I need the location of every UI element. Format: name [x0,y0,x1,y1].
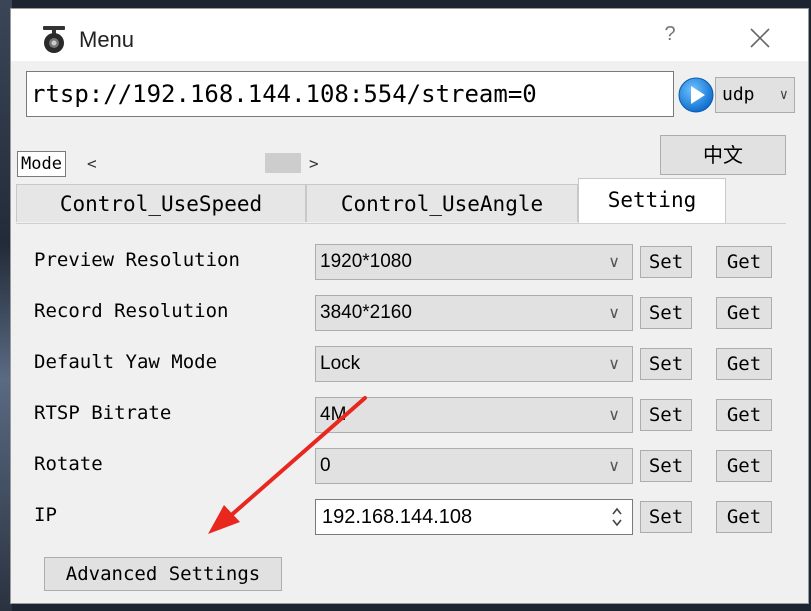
chevron-down-icon: ∨ [608,303,620,322]
menu-window: Menu ? rtsp://192.168.144.108:554/stream… [10,8,809,604]
stream-url-input[interactable]: rtsp://192.168.144.108:554/stream=0 [26,71,674,117]
default-yaw-mode-select[interactable]: Lock ∨ [315,346,633,382]
close-icon[interactable] [741,23,777,53]
chevron-down-icon: ∨ [608,252,620,271]
title-bar: Menu ? [11,9,808,61]
ip-spinbox[interactable]: 192.168.144.108 [315,499,633,535]
scroll-right-arrow[interactable]: > [309,151,319,177]
mode-label: Mode [17,151,66,177]
preview-resolution-value: 1920*1080 [320,251,412,272]
chevron-down-icon: ∨ [779,87,788,103]
ip-label: IP [34,504,57,526]
rtsp-bitrate-get-button[interactable]: Get [716,399,772,431]
rtsp-bitrate-label: RTSP Bitrate [34,402,172,424]
scrollbar-thumb[interactable] [265,153,301,173]
camera-app-icon [43,26,65,53]
tab-control-usespeed[interactable]: Control_UseSpeed [16,184,306,222]
record-resolution-value: 3840*2160 [320,302,412,323]
rotate-select[interactable]: 0 ∨ [315,448,633,484]
rotate-label: Rotate [34,453,103,475]
rotate-value: 0 [320,455,331,476]
language-toggle-button[interactable]: 中文 [660,135,786,175]
ip-value: 192.168.144.108 [322,506,473,528]
protocol-select[interactable]: udp ∨ [715,77,795,113]
preview-resolution-label: Preview Resolution [34,249,240,271]
play-icon[interactable] [678,77,714,113]
default-yaw-mode-value: Lock [320,353,361,374]
ip-set-button[interactable]: Set [640,501,692,533]
tab-bar: Control_UseSpeed Control_UseAngle Settin… [16,178,786,224]
preview-resolution-select[interactable]: 1920*1080 ∨ [315,244,633,280]
preview-resolution-get-button[interactable]: Get [716,246,772,278]
tab-setting[interactable]: Setting [578,178,726,224]
rotate-set-button[interactable]: Set [640,450,692,482]
default-yaw-mode-set-button[interactable]: Set [640,348,692,380]
rtsp-bitrate-value: 4M [320,404,347,425]
tab-control-useangle[interactable]: Control_UseAngle [306,184,578,222]
ip-get-button[interactable]: Get [716,501,772,533]
chevron-down-icon: ∨ [608,405,620,424]
spin-arrows-icon[interactable] [610,503,624,531]
record-resolution-get-button[interactable]: Get [716,297,772,329]
advanced-settings-button[interactable]: Advanced Settings [44,557,282,591]
rtsp-bitrate-set-button[interactable]: Set [640,399,692,431]
scroll-left-arrow[interactable]: < [87,151,97,177]
default-yaw-mode-get-button[interactable]: Get [716,348,772,380]
default-yaw-mode-label: Default Yaw Mode [34,351,218,373]
record-resolution-set-button[interactable]: Set [640,297,692,329]
rotate-get-button[interactable]: Get [716,450,772,482]
window-title: Menu [79,27,135,52]
chevron-down-icon: ∨ [608,354,620,373]
record-resolution-select[interactable]: 3840*2160 ∨ [315,295,633,331]
preview-resolution-set-button[interactable]: Set [640,246,692,278]
protocol-value: udp [722,84,755,105]
chevron-down-icon: ∨ [608,456,620,475]
record-resolution-label: Record Resolution [34,300,229,322]
help-button[interactable]: ? [655,23,685,53]
rtsp-bitrate-select[interactable]: 4M ∨ [315,397,633,433]
